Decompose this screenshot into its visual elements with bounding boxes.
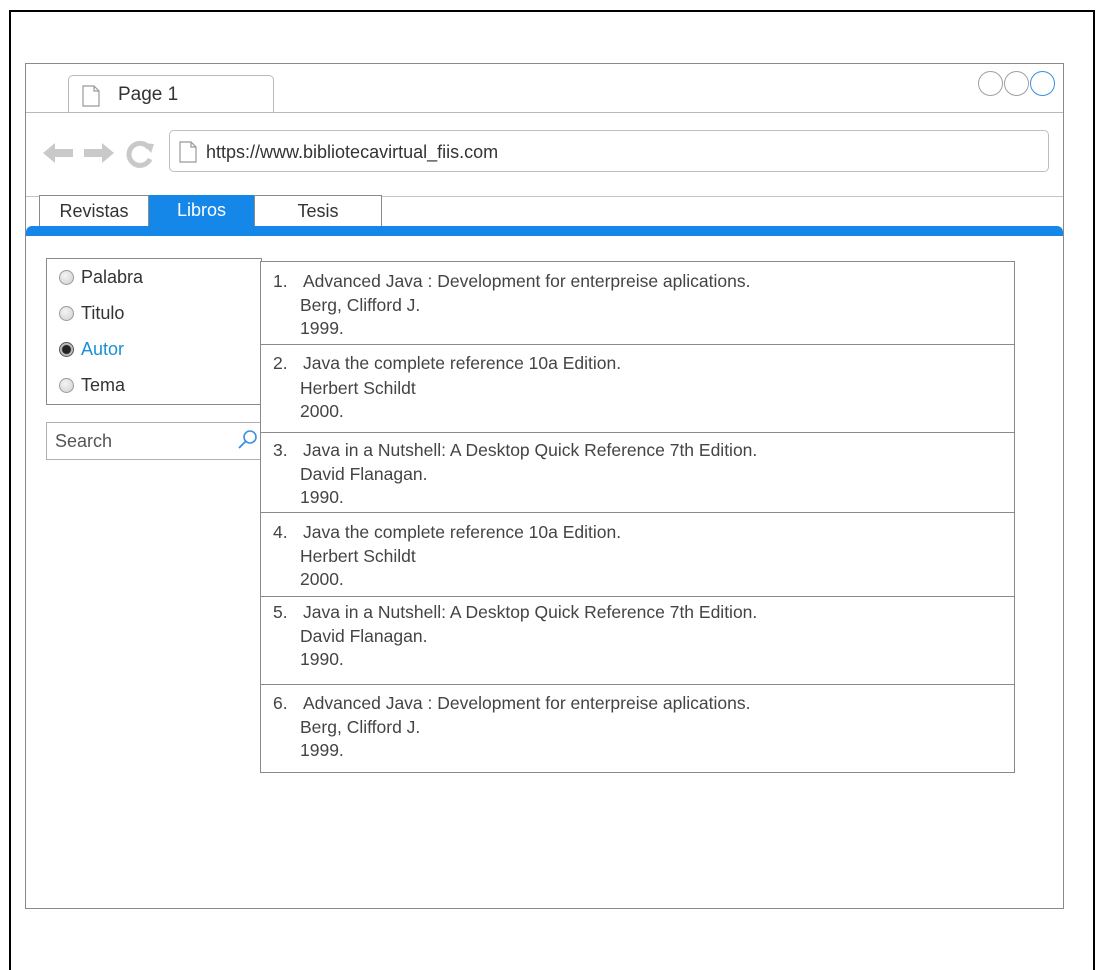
forward-arrow-icon[interactable] [82,141,116,165]
tab-revistas[interactable]: Revistas [39,195,149,227]
radio-label: Titulo [81,302,125,323]
radio-label: Tema [81,374,126,395]
list-item[interactable]: 2. Java the complete reference 10a Editi… [261,344,1014,432]
radio-titulo[interactable]: Titulo [59,301,124,325]
page-icon [179,141,197,163]
result-number: 2. [273,353,288,373]
list-item[interactable]: 3. Java in a Nutshell: A Desktop Quick R… [261,432,1014,512]
list-item[interactable]: 4. Java the complete reference 10a Editi… [261,512,1014,596]
radio-button[interactable] [59,305,74,321]
result-number: 6. [273,693,288,713]
browser-tab-bar: Page 1 [26,64,1063,113]
list-item[interactable]: 1. Advanced Java : Development for enter… [261,262,1014,344]
list-item[interactable]: 5. Java in a Nutshell: A Desktop Quick R… [261,596,1014,684]
result-title: Java the complete reference 10a Edition. [303,522,622,542]
radio-label: Autor [81,338,125,359]
result-year: 1999. [300,740,344,760]
active-tab-bar [26,226,1063,236]
filter-radio-group: Palabra Titulo Autor Tema [46,258,262,405]
result-author: Herbert Schildt [300,378,416,398]
back-arrow-icon[interactable] [41,141,75,165]
radio-button[interactable] [59,341,74,357]
radio-tema[interactable]: Tema [59,373,125,397]
tab-tesis[interactable]: Tesis [254,195,382,227]
browser-window: Page 1 https://www.bibliotecavirtual_fii… [25,63,1064,909]
browser-tab-title: Page 1 [118,84,179,105]
result-author: David Flanagan. [300,464,428,484]
window-controls [978,71,1055,96]
navigation-bar: https://www.bibliotecavirtual_fiis.com [26,113,1063,197]
radio-button[interactable] [59,377,74,393]
result-author: Herbert Schildt [300,546,416,566]
result-title: Java in a Nutshell: A Desktop Quick Refe… [303,440,758,460]
result-number: 4. [273,522,288,542]
result-year: 1999. [300,318,344,338]
result-title: Java the complete reference 10a Edition. [303,353,622,373]
radio-label: Palabra [81,266,144,287]
close-button[interactable] [1030,71,1055,96]
radio-button[interactable] [59,269,74,285]
reload-icon[interactable] [125,140,155,168]
search-box [46,422,262,460]
result-number: 1. [273,271,288,291]
result-number: 5. [273,602,288,622]
minimize-button[interactable] [978,71,1003,96]
list-item[interactable]: 6. Advanced Java : Development for enter… [261,684,1014,772]
result-year: 2000. [300,401,344,421]
url-text: https://www.bibliotecavirtual_fiis.com [206,142,499,162]
results-list: 1. Advanced Java : Development for enter… [260,261,1015,773]
result-title: Advanced Java : Development for enterpre… [303,271,751,291]
browser-tab[interactable]: Page 1 [68,75,274,112]
radio-palabra[interactable]: Palabra [59,265,143,289]
result-title: Java in a Nutshell: A Desktop Quick Refe… [303,602,758,622]
maximize-button[interactable] [1004,71,1029,96]
result-year: 1990. [300,487,344,507]
radio-autor[interactable]: Autor [59,337,124,361]
result-author: Berg, Clifford J. [300,295,421,315]
search-icon[interactable] [237,429,259,451]
tab-libros[interactable]: Libros [149,195,254,227]
result-year: 2000. [300,569,344,589]
result-author: David Flanagan. [300,626,428,646]
result-author: Berg, Clifford J. [300,717,421,737]
result-year: 1990. [300,649,344,669]
address-bar[interactable]: https://www.bibliotecavirtual_fiis.com [169,130,1049,172]
result-title: Advanced Java : Development for enterpre… [303,693,751,713]
search-input[interactable] [55,429,220,453]
document-icon [82,85,100,107]
result-number: 3. [273,440,288,460]
